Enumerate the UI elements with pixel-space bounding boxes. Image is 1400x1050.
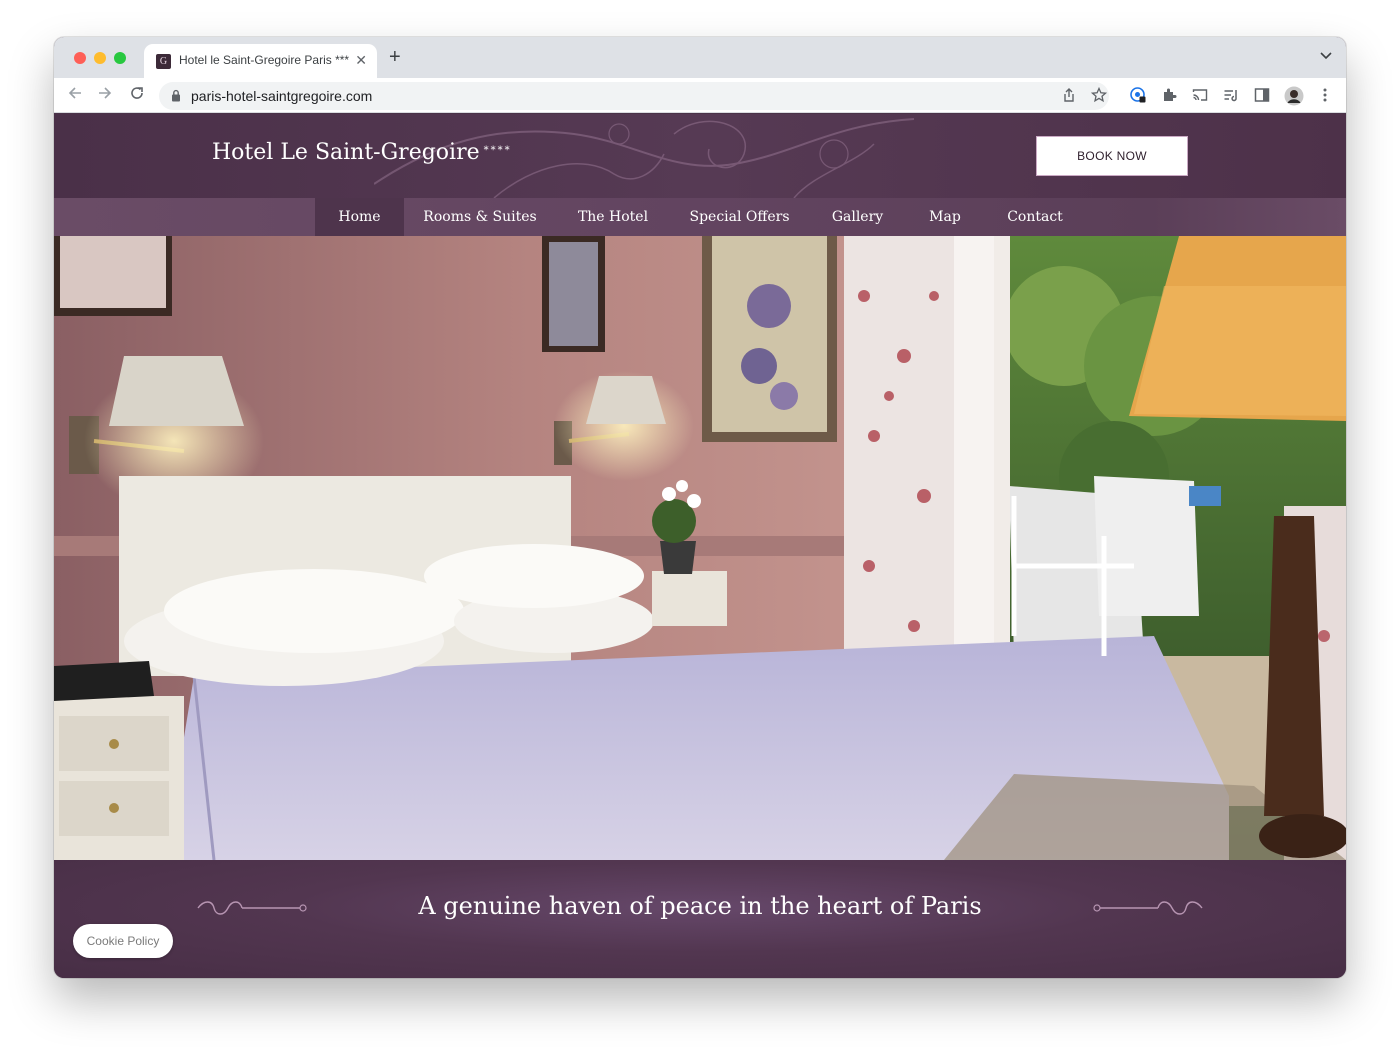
url-text: paris-hotel-saintgregoire.com: [191, 88, 373, 104]
browser-toolbar: paris-hotel-saintgregoire.com: [54, 78, 1346, 113]
tab-search-chevron-icon[interactable]: [1320, 49, 1332, 63]
new-tab-button[interactable]: +: [389, 47, 401, 67]
hotel-stars: ****: [483, 145, 512, 156]
lock-icon: [172, 89, 180, 102]
more-menu-icon[interactable]: [1317, 87, 1333, 103]
tab-title: Hotel le Saint-Gregoire Paris ****: [179, 53, 349, 67]
nav-item-rooms-suites[interactable]: Rooms & Suites: [404, 198, 556, 236]
favicon-icon: G: [156, 54, 171, 69]
nav-item-home[interactable]: Home: [315, 198, 404, 236]
close-window-button[interactable]: [74, 52, 86, 64]
profile-avatar-icon[interactable]: [1284, 86, 1304, 106]
hotel-logo[interactable]: Hotel Le Saint-Gregoire ****: [212, 140, 512, 165]
right-flourish-icon: [1093, 901, 1203, 915]
back-icon[interactable]: [67, 85, 83, 106]
tab-close-icon[interactable]: ✕: [355, 52, 367, 68]
cookie-policy-button[interactable]: Cookie Policy: [73, 924, 173, 958]
reading-list-icon[interactable]: [1223, 87, 1239, 103]
hero-image: [54, 236, 1346, 860]
browser-window: G Hotel le Saint-Gregoire Paris **** ✕ +…: [54, 37, 1346, 978]
tagline-band: A genuine haven of peace in the heart of…: [54, 860, 1346, 978]
nav-item-gallery[interactable]: Gallery: [809, 198, 906, 236]
reload-icon[interactable]: [129, 85, 145, 105]
share-icon[interactable]: [1061, 87, 1077, 103]
nav-item-map[interactable]: Map: [906, 198, 984, 236]
nav-item-the-hotel[interactable]: The Hotel: [556, 198, 670, 236]
minimize-window-button[interactable]: [94, 52, 106, 64]
nav-item-contact[interactable]: Contact: [984, 198, 1086, 236]
extension-icon[interactable]: [1130, 87, 1146, 103]
address-bar[interactable]: paris-hotel-saintgregoire.com: [159, 82, 1109, 110]
side-panel-icon[interactable]: [1254, 87, 1270, 103]
bookmark-star-icon[interactable]: [1091, 87, 1107, 103]
hotel-name: Hotel Le Saint-Gregoire: [212, 140, 480, 165]
browser-tab[interactable]: G Hotel le Saint-Gregoire Paris **** ✕: [144, 44, 377, 78]
main-nav: Home Rooms & Suites The Hotel Special Of…: [54, 198, 1346, 236]
book-now-button[interactable]: BOOK NOW: [1036, 136, 1188, 176]
cast-icon[interactable]: [1192, 87, 1208, 103]
tab-strip: G Hotel le Saint-Gregoire Paris **** ✕ +: [54, 37, 1346, 78]
puzzle-icon[interactable]: [1161, 87, 1177, 103]
forward-icon[interactable]: [97, 85, 113, 106]
nav-item-special-offers[interactable]: Special Offers: [670, 198, 809, 236]
zoom-window-button[interactable]: [114, 52, 126, 64]
